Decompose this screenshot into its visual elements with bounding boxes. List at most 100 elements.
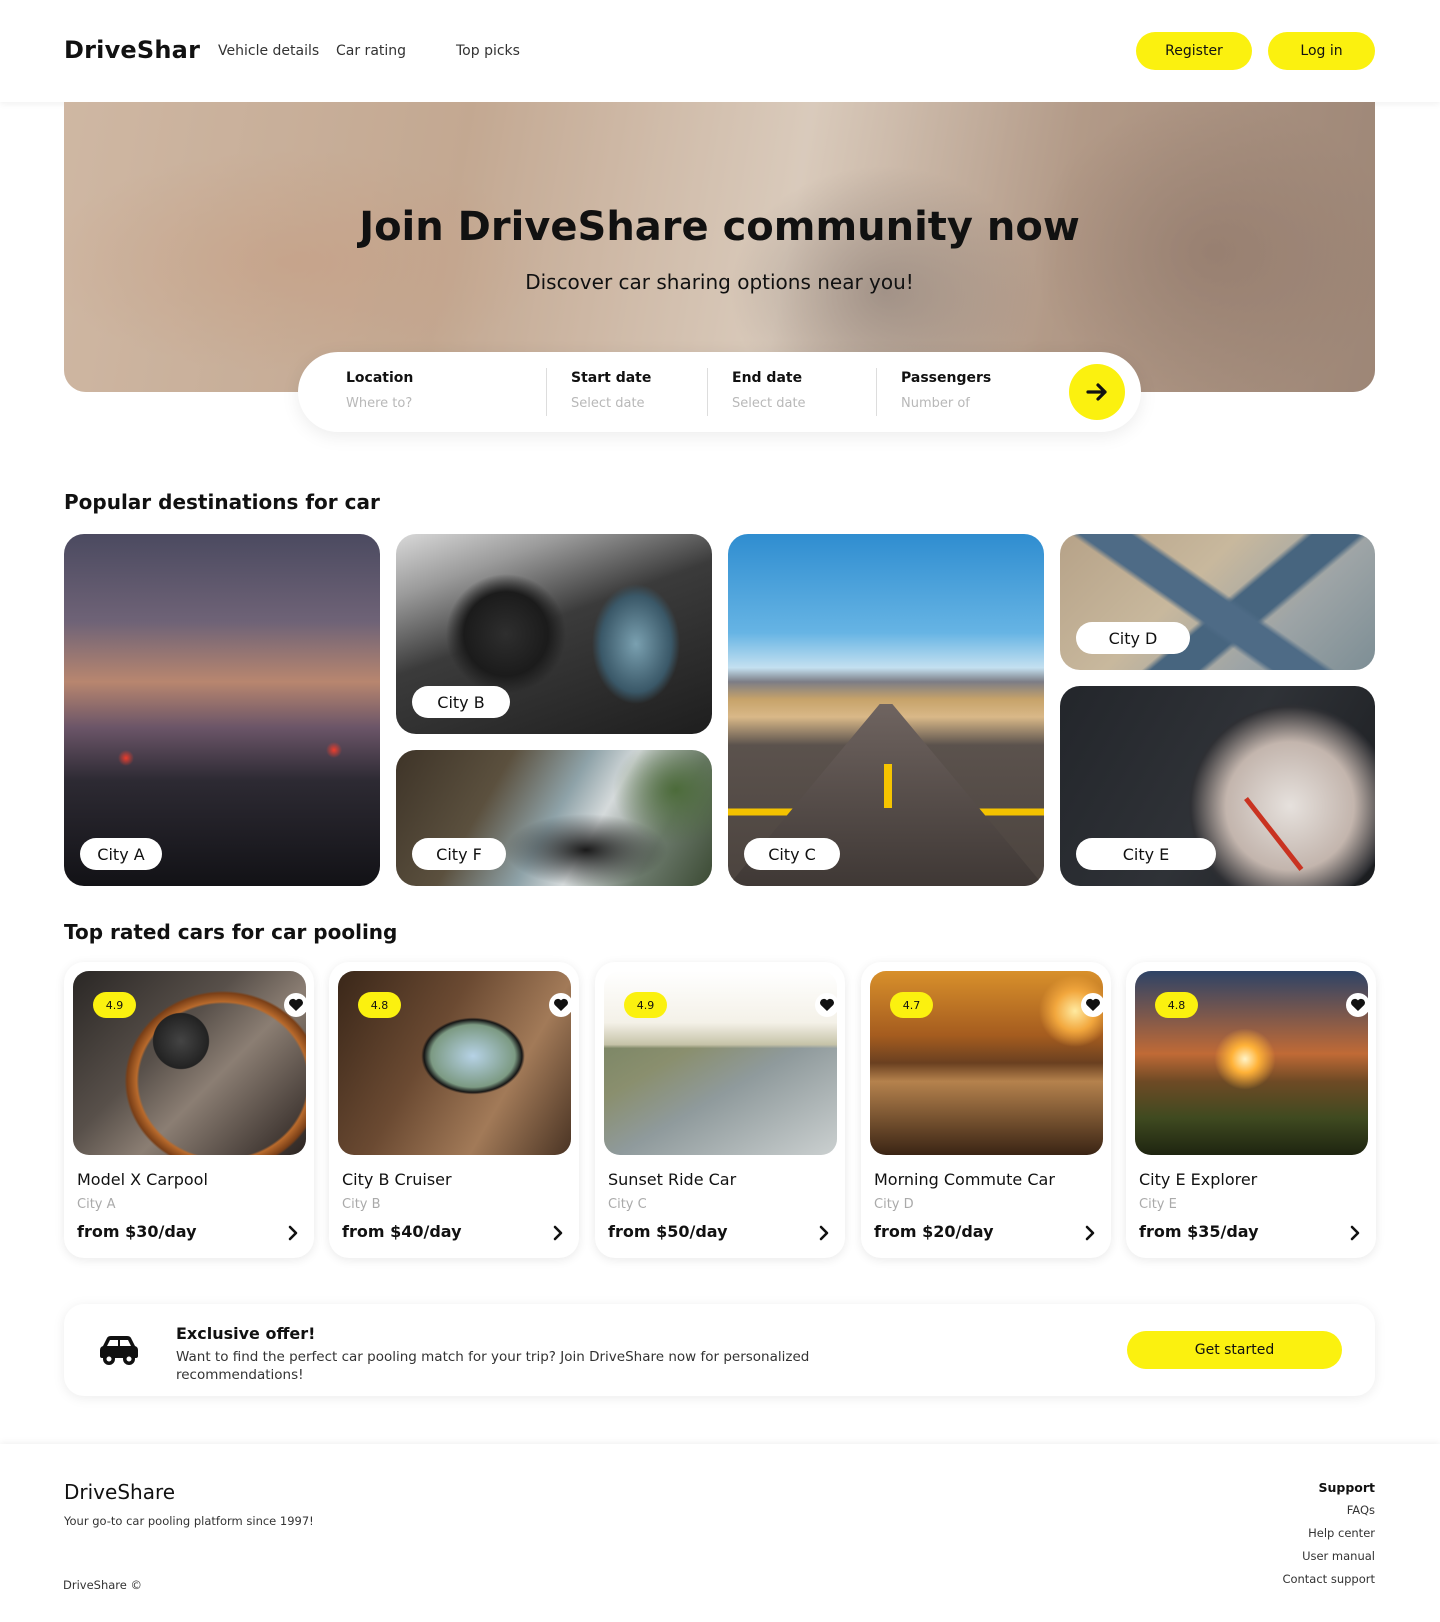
end-date-field: End date (732, 370, 862, 411)
location-input[interactable] (346, 396, 476, 411)
favorite-button[interactable] (1081, 993, 1103, 1017)
destination-tile-city-d[interactable]: City D (1060, 534, 1375, 670)
search-submit-button[interactable] (1069, 364, 1125, 420)
city-label: City A (80, 838, 162, 870)
rating-badge: 4.8 (358, 992, 401, 1018)
site-footer: DriveShare Your go-to car pooling platfo… (0, 1444, 1440, 1622)
destination-tile-city-f[interactable]: City F (396, 750, 712, 886)
favorite-button[interactable] (549, 993, 571, 1017)
footer-tagline: Your go-to car pooling platform since 19… (64, 1514, 314, 1528)
chevron-right-icon[interactable] (815, 1224, 833, 1242)
destination-tile-city-b[interactable]: City B (396, 534, 712, 734)
support-heading: Support (1318, 1480, 1375, 1495)
car-image: 4.7 (870, 971, 1103, 1155)
start-date-input[interactable] (571, 396, 701, 411)
passengers-label: Passengers (901, 370, 992, 386)
favorite-button[interactable] (815, 993, 837, 1017)
hero-subtitle: Discover car sharing options near you! (525, 270, 914, 294)
city-label: City E (1076, 838, 1216, 870)
heart-icon (289, 998, 303, 1011)
destination-tile-city-e[interactable]: City E (1060, 686, 1375, 886)
rating-badge: 4.9 (624, 992, 667, 1018)
car-name: Model X Carpool (77, 1170, 208, 1189)
car-card[interactable]: 4.9 Model X Carpool City A from $30/day (64, 962, 314, 1258)
footer-link-faqs[interactable]: FAQs (1282, 1503, 1375, 1517)
chevron-right-icon[interactable] (1081, 1224, 1099, 1242)
heart-icon (554, 998, 568, 1011)
search-divider (546, 368, 547, 416)
chevron-right-icon[interactable] (549, 1224, 567, 1242)
passengers-input[interactable] (901, 396, 1031, 411)
car-price: from $40/day (342, 1222, 462, 1241)
car-price: from $50/day (608, 1222, 728, 1241)
favorite-button[interactable] (284, 993, 306, 1017)
destination-tile-city-a[interactable]: City A (64, 534, 380, 886)
hero-banner: Join DriveShare community now Discover c… (64, 102, 1375, 392)
car-name: City E Explorer (1139, 1170, 1258, 1189)
favorite-button[interactable] (1346, 993, 1368, 1017)
car-icon (100, 1336, 138, 1365)
footer-link-help-center[interactable]: Help center (1282, 1526, 1375, 1540)
car-image: 4.8 (1135, 971, 1368, 1155)
footer-copyright: DriveShare © (63, 1578, 143, 1592)
car-city: City B (342, 1197, 381, 1212)
car-city: City D (874, 1197, 914, 1212)
chevron-right-icon[interactable] (284, 1224, 302, 1242)
car-name: City B Cruiser (342, 1170, 452, 1189)
city-label: City D (1076, 622, 1190, 654)
city-label: City C (744, 838, 840, 870)
rating-badge: 4.8 (1155, 992, 1198, 1018)
passengers-field: Passengers (901, 370, 1031, 411)
heart-icon (1351, 998, 1365, 1011)
footer-support-links: Support FAQs Help center User manual Con… (1282, 1480, 1375, 1595)
car-name: Morning Commute Car (874, 1170, 1055, 1189)
search-divider (707, 368, 708, 416)
end-date-label: End date (732, 370, 803, 386)
location-label: Location (346, 370, 414, 386)
nav-car-rating[interactable]: Car rating (336, 43, 406, 59)
car-image: 4.9 (604, 971, 837, 1155)
footer-link-user-manual[interactable]: User manual (1282, 1549, 1375, 1563)
search-divider (876, 368, 877, 416)
car-card[interactable]: 4.7 Morning Commute Car City D from $20/… (861, 962, 1111, 1258)
nav-vehicle-details[interactable]: Vehicle details (218, 43, 319, 59)
car-card[interactable]: 4.9 Sunset Ride Car City C from $50/day (595, 962, 845, 1258)
car-city: City E (1139, 1197, 1177, 1212)
destination-tile-city-c[interactable]: City C (728, 534, 1044, 886)
rating-badge: 4.9 (93, 992, 136, 1018)
nav-top-picks[interactable]: Top picks (456, 43, 520, 59)
car-name: Sunset Ride Car (608, 1170, 737, 1189)
car-card[interactable]: 4.8 City B Cruiser City B from $40/day (329, 962, 579, 1258)
car-price: from $20/day (874, 1222, 994, 1241)
site-logo[interactable]: DriveShar (64, 36, 200, 64)
destinations-title: Popular destinations for car (64, 490, 380, 514)
car-image: 4.8 (338, 971, 571, 1155)
car-city: City A (77, 1197, 116, 1212)
car-city: City C (608, 1197, 647, 1212)
car-card[interactable]: 4.8 City E Explorer City E from $35/day (1126, 962, 1376, 1258)
hero-title: Join DriveShare community now (359, 204, 1080, 250)
location-field: Location (346, 370, 476, 411)
exclusive-offer-banner: Exclusive offer! Want to find the perfec… (64, 1304, 1375, 1396)
footer-link-contact-support[interactable]: Contact support (1282, 1572, 1375, 1586)
speedometer-needle (1244, 796, 1304, 871)
register-button[interactable]: Register (1136, 32, 1252, 70)
heart-icon (820, 998, 834, 1011)
car-image: 4.9 (73, 971, 306, 1155)
heart-icon (1086, 998, 1100, 1011)
login-button[interactable]: Log in (1268, 32, 1375, 70)
offer-text: Want to find the perfect car pooling mat… (176, 1349, 810, 1383)
site-header: DriveShar Vehicle details Car rating Top… (0, 0, 1440, 102)
offer-title: Exclusive offer! (176, 1324, 316, 1343)
get-started-button[interactable]: Get started (1127, 1331, 1342, 1369)
top-rated-title: Top rated cars for car pooling (64, 920, 398, 944)
search-bar: Location Start date End date Passengers (298, 352, 1141, 432)
city-label: City B (412, 686, 510, 718)
arrow-right-icon (1086, 383, 1107, 401)
car-price: from $35/day (1139, 1222, 1259, 1241)
car-price: from $30/day (77, 1222, 197, 1241)
city-label: City F (412, 838, 506, 870)
start-date-label: Start date (571, 370, 652, 386)
chevron-right-icon[interactable] (1346, 1224, 1364, 1242)
end-date-input[interactable] (732, 396, 862, 411)
